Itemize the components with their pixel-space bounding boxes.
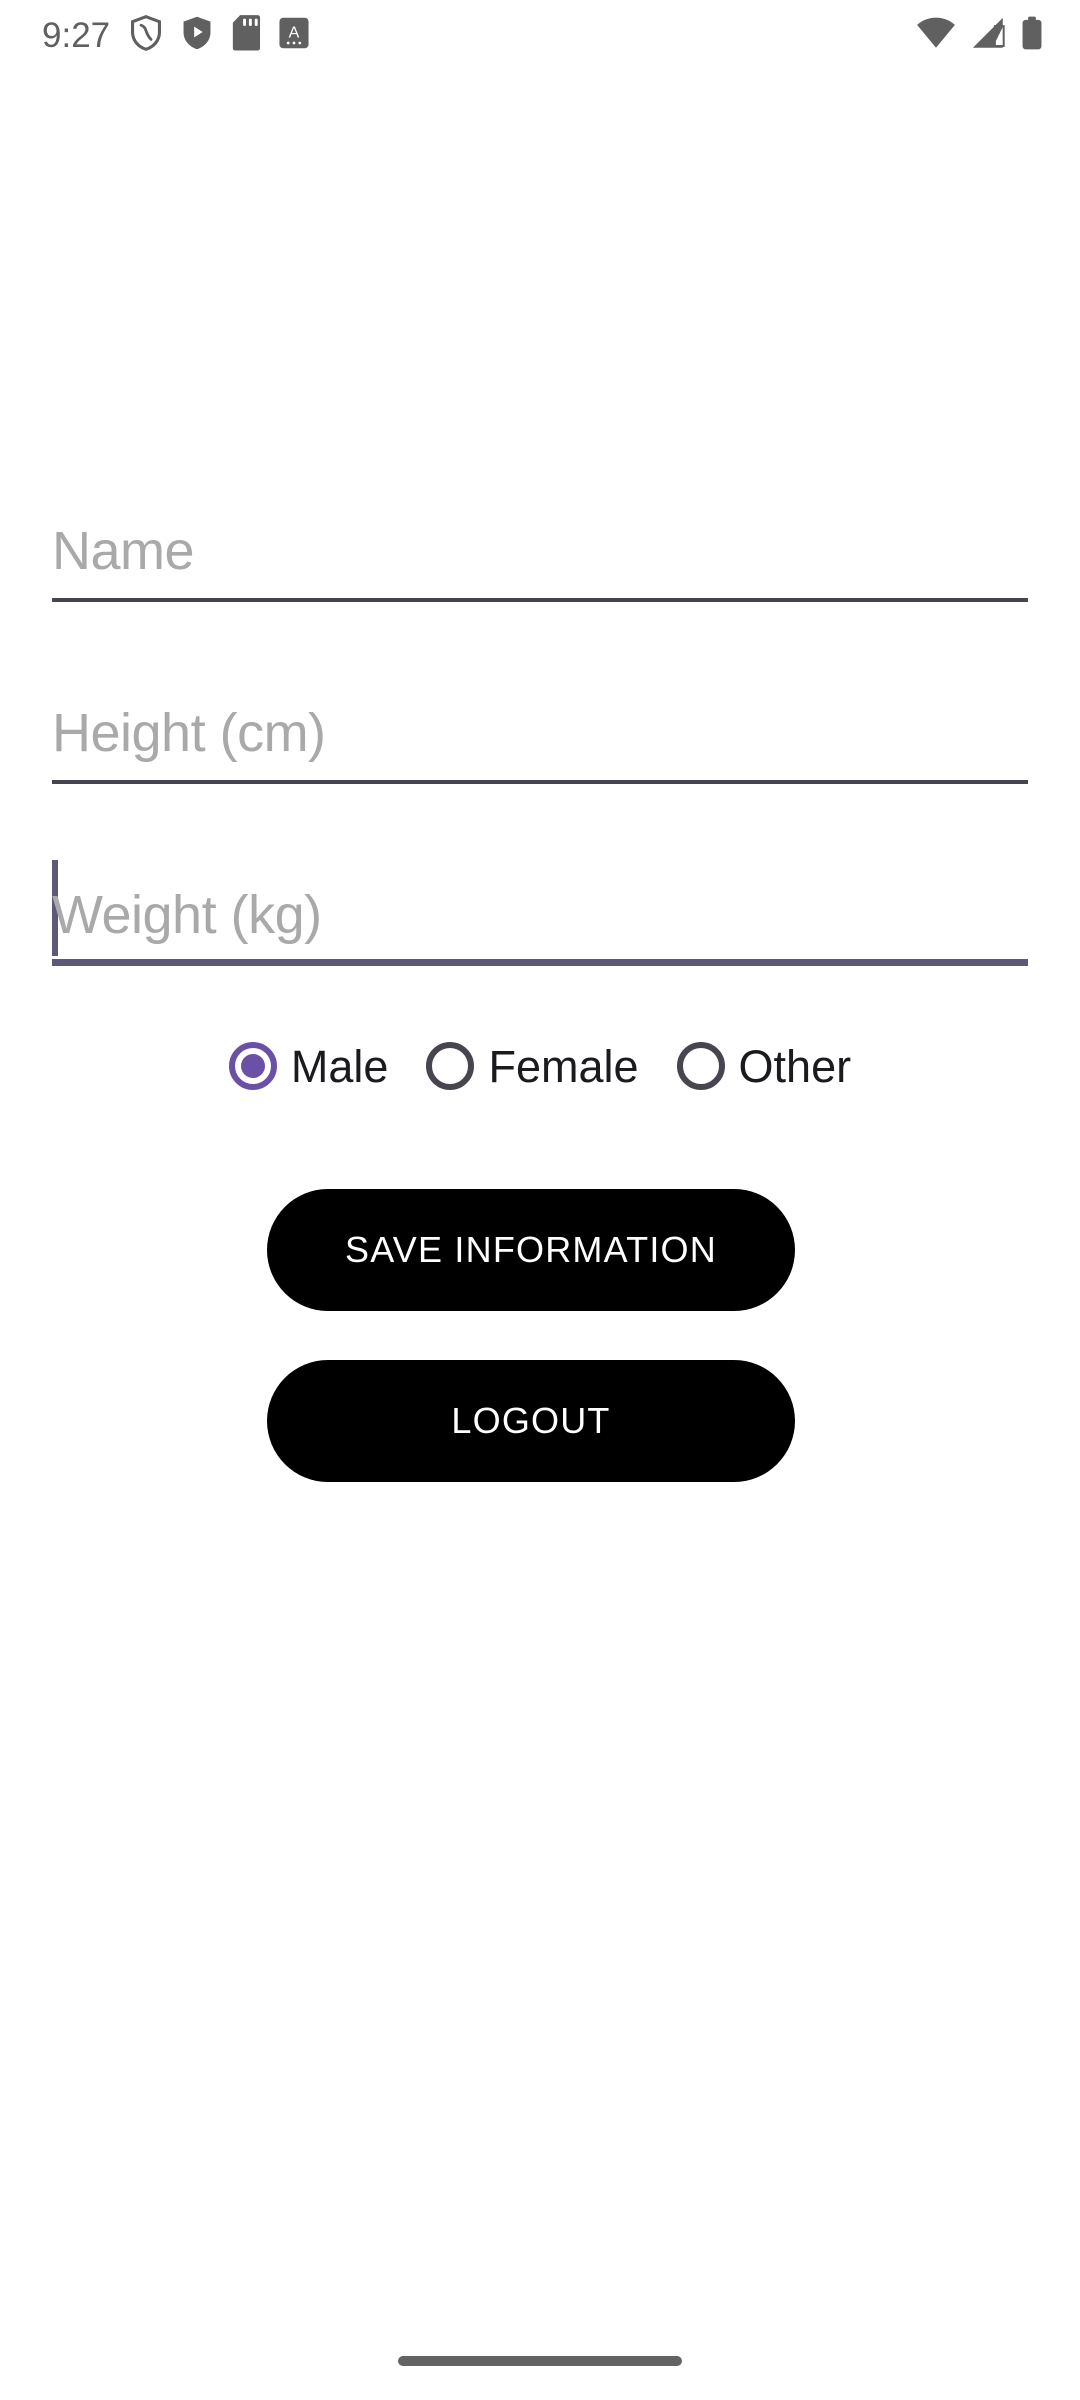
status-bar-clock: 9:27 [42,15,111,55]
name-field-placeholder: Name [52,521,195,581]
gender-option-female[interactable]: Female [426,1042,676,1090]
name-field-underline [52,598,1028,602]
gender-option-female-label: Female [488,1040,639,1092]
gesture-navigation-pill[interactable] [398,2356,682,2366]
radio-unselected-icon[interactable] [676,1042,725,1090]
profile-form: Name Height (cm) Weight (kg) [0,480,1080,966]
shield-play-icon [180,14,214,57]
radio-selected-icon[interactable] [228,1042,277,1090]
gender-option-male-label: Male [290,1040,389,1092]
logout-button[interactable]: LOGOUT [267,1360,795,1482]
sd-card-icon [231,14,261,57]
cellular-signal-icon [970,17,1006,54]
wifi-icon [916,17,956,54]
document-a-icon: A [278,16,310,55]
weight-field[interactable]: Weight (kg) [52,844,1028,966]
weight-field-placeholder: Weight (kg) [52,885,322,945]
name-field[interactable]: Name [52,480,1028,602]
shield-outline-icon [129,14,163,57]
gender-radio-group: Male Female Other [0,1042,1080,1090]
status-bar-left: 9:27 A [42,14,310,57]
radio-unselected-icon[interactable] [426,1042,475,1090]
gender-option-other-label: Other [738,1040,852,1092]
status-bar: 9:27 A [0,0,1080,70]
weight-field-underline [52,959,1028,966]
gender-option-other[interactable]: Other [676,1040,852,1092]
save-information-button[interactable]: SAVE INFORMATION [267,1189,795,1311]
status-bar-right [916,16,1044,55]
battery-icon [1020,16,1044,55]
height-field[interactable]: Height (cm) [52,662,1028,784]
svg-text:A: A [289,24,300,41]
gender-option-male[interactable]: Male [228,1040,427,1092]
height-field-underline [52,780,1028,784]
height-field-placeholder: Height (cm) [52,703,326,763]
app-screen: 9:27 A Name Height (cm) Weight (kg) Male… [0,0,1080,2400]
